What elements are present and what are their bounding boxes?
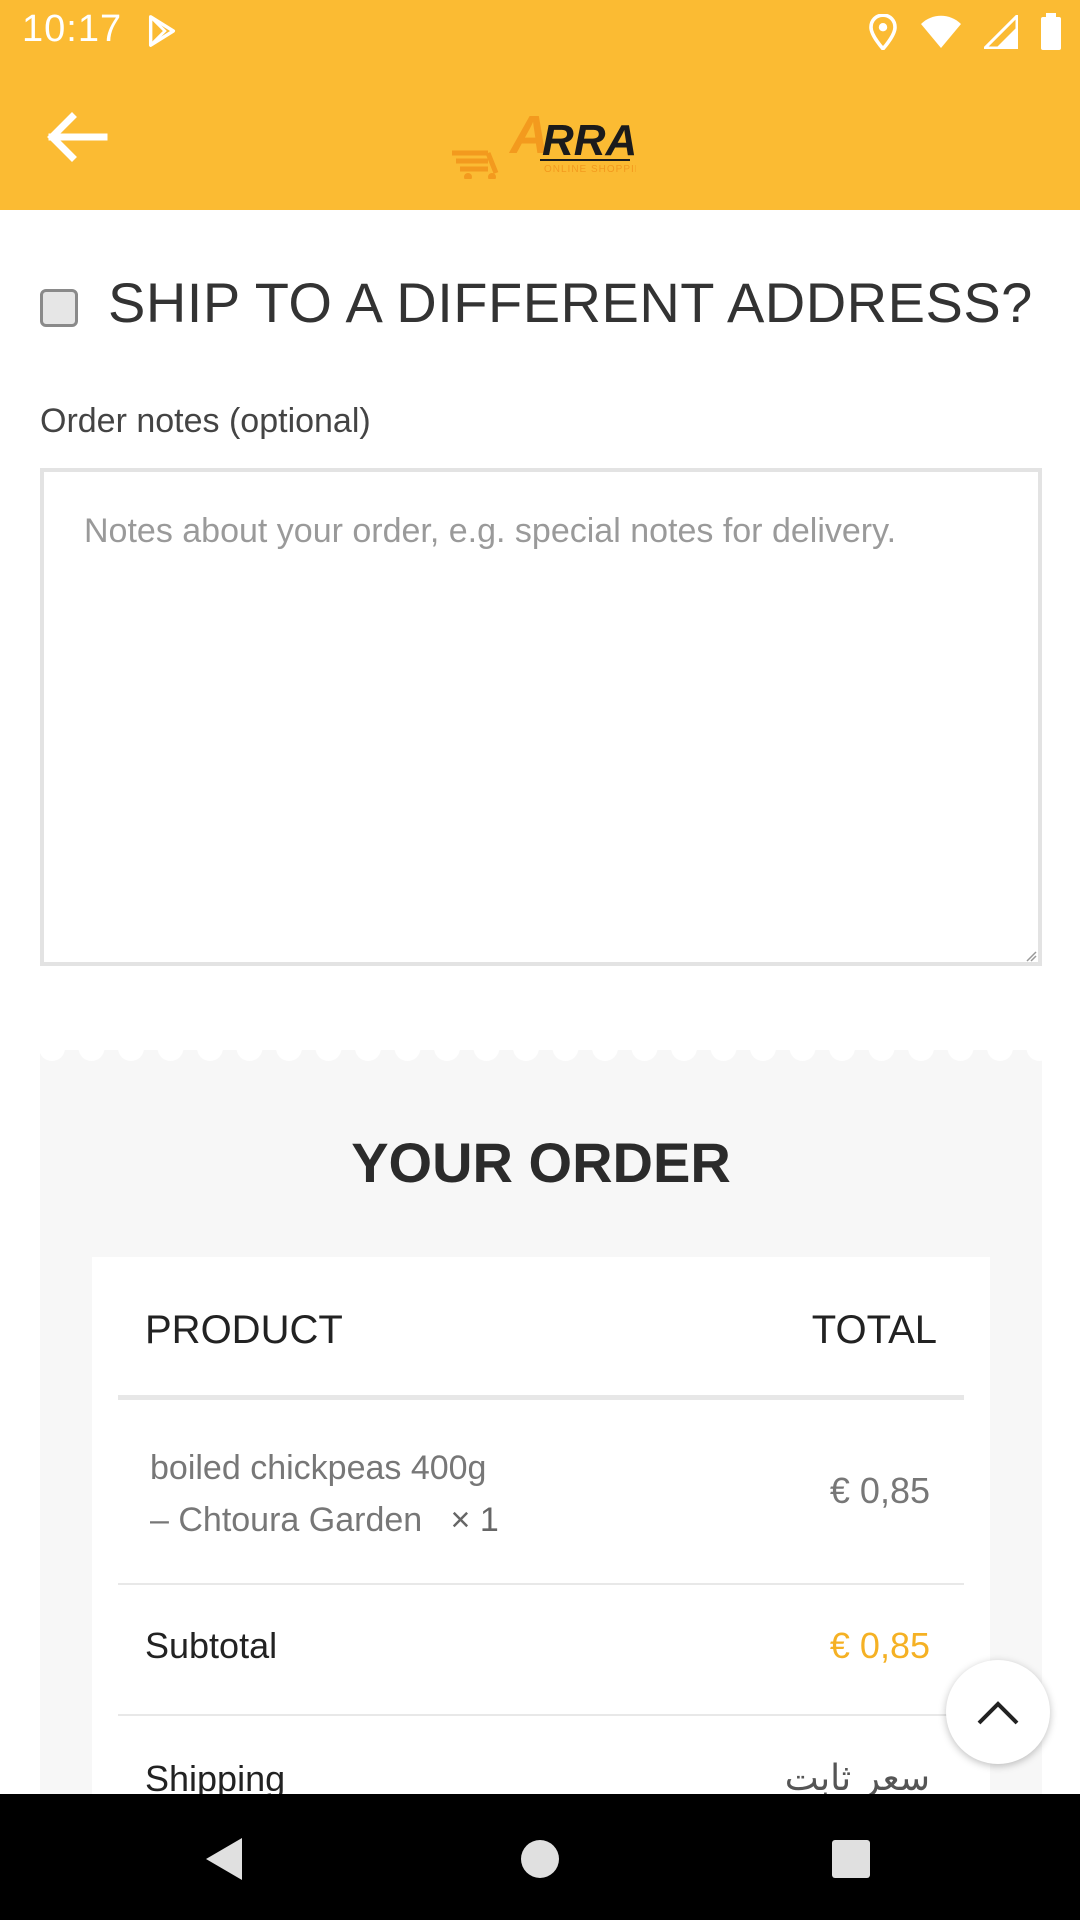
- row-divider: [118, 1714, 964, 1716]
- shipping-value: سعر ثابت: [784, 1758, 930, 1799]
- recents-square-icon[interactable]: [826, 1834, 876, 1884]
- location-icon: [869, 14, 897, 50]
- order-item-name: boiled chickpeas 400g – Chtoura Garden ×…: [150, 1442, 499, 1546]
- scallop-edge-decoration: [40, 1038, 1042, 1068]
- order-item-price: € 0,85: [829, 1470, 930, 1511]
- order-item-name-line2: – Chtoura Garden: [150, 1501, 423, 1539]
- ship-different-label[interactable]: SHIP TO A DIFFERENT ADDRESS?: [108, 270, 1033, 335]
- chevron-up-icon: [977, 1701, 1019, 1725]
- home-circle-icon[interactable]: [515, 1834, 565, 1884]
- logo-text: RRAM: [542, 116, 636, 165]
- system-nav-bar: [0, 1794, 1080, 1920]
- order-item-quantity: × 1: [450, 1501, 499, 1539]
- logo-tagline: ONLINE SHOPPING: [544, 164, 636, 175]
- header-divider: [118, 1395, 964, 1400]
- status-bar: 10:17: [0, 0, 1080, 63]
- ship-different-checkbox[interactable]: [40, 288, 78, 327]
- ship-different-row[interactable]: SHIP TO A DIFFERENT ADDRESS?: [40, 270, 1033, 335]
- column-header-product: PRODUCT: [145, 1308, 343, 1352]
- signal-icon: [984, 15, 1018, 49]
- row-divider: [118, 1583, 964, 1585]
- resize-grip-icon[interactable]: [1025, 950, 1037, 962]
- order-notes-label: Order notes (optional): [40, 402, 371, 440]
- order-item-name-line1: boiled chickpeas 400g: [150, 1449, 487, 1487]
- back-triangle-icon[interactable]: [200, 1834, 250, 1884]
- arram-logo: A RRAM ONLINE SHOPPING: [452, 105, 636, 179]
- your-order-heading: YOUR ORDER: [351, 1131, 731, 1194]
- app-bar: A RRAM ONLINE SHOPPING: [0, 63, 1080, 210]
- cart-icon: [452, 150, 499, 179]
- arrow-left-icon[interactable]: [42, 109, 112, 165]
- subtotal-label: Subtotal: [145, 1625, 278, 1666]
- subtotal-value: € 0,85: [829, 1625, 930, 1666]
- column-header-total: TOTAL: [811, 1308, 937, 1352]
- scroll-to-top-button[interactable]: [946, 1660, 1050, 1764]
- play-store-icon: [148, 15, 176, 47]
- status-time: 10:17: [22, 8, 123, 50]
- battery-icon: [1041, 13, 1061, 50]
- wifi-icon: [921, 15, 961, 48]
- order-notes-input[interactable]: [40, 468, 1042, 966]
